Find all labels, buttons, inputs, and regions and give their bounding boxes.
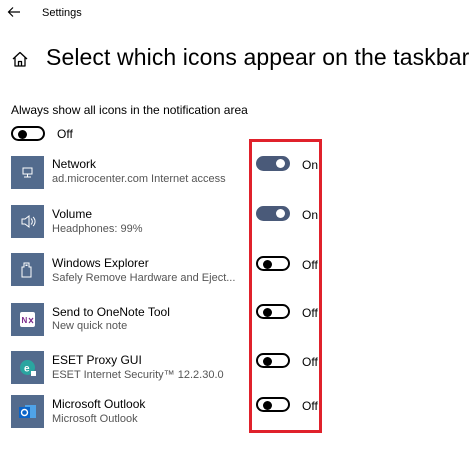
always-show-label: Always show all icons in the notificatio… (11, 103, 248, 117)
highlight-box (249, 139, 322, 433)
app-name-windows-explorer: Windows Explorer (52, 256, 149, 270)
app-name-onenote: Send to OneNote Tool (52, 305, 170, 319)
app-name-outlook: Microsoft Outlook (52, 397, 146, 411)
svg-text:e: e (24, 364, 30, 375)
speaker-icon (11, 205, 44, 238)
app-desc-eset: ESET Internet Security™ 12.2.30.0 (52, 369, 224, 381)
eset-icon: e (11, 351, 44, 384)
svg-text:N: N (22, 316, 28, 325)
always-show-state: Off (57, 127, 73, 141)
back-arrow-icon[interactable] (6, 4, 22, 20)
window-title: Settings (42, 7, 82, 19)
always-show-toggle[interactable] (11, 126, 45, 141)
onenote-icon: N (11, 303, 44, 336)
toggle-knob (18, 129, 27, 139)
app-desc-network: ad.microcenter.com Internet access (52, 173, 226, 185)
outlook-icon (11, 395, 44, 428)
home-icon[interactable] (11, 50, 29, 68)
app-desc-windows-explorer: Safely Remove Hardware and Eject... (52, 272, 236, 284)
app-desc-onenote: New quick note (52, 320, 128, 332)
app-name-volume: Volume (52, 207, 93, 221)
app-desc-outlook: Microsoft Outlook (52, 413, 138, 425)
app-desc-volume: Headphones: 99% (52, 223, 143, 235)
network-icon (11, 156, 44, 189)
app-name-network: Network (52, 157, 97, 171)
app-name-eset: ESET Proxy GUI (52, 353, 142, 367)
usb-drive-icon (11, 253, 44, 286)
page-title: Select which icons appear on the taskbar (46, 44, 470, 70)
